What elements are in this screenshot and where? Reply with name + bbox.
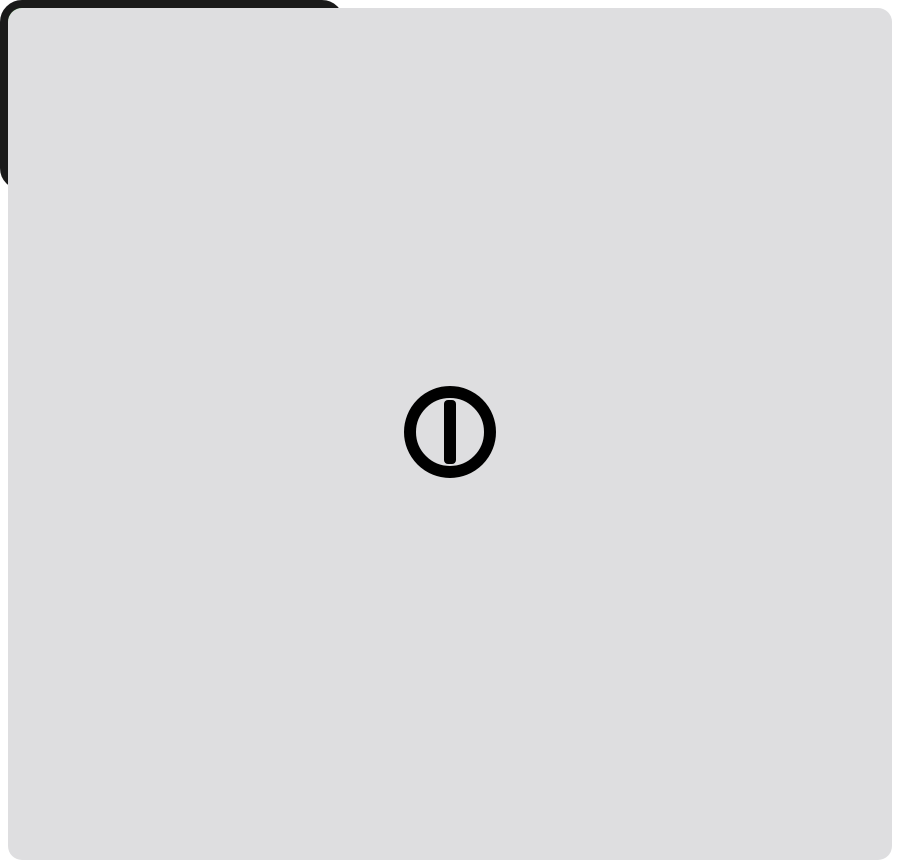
power-io-icon (400, 382, 500, 487)
power-button-face (8, 8, 892, 860)
power-button[interactable] (0, 0, 344, 190)
